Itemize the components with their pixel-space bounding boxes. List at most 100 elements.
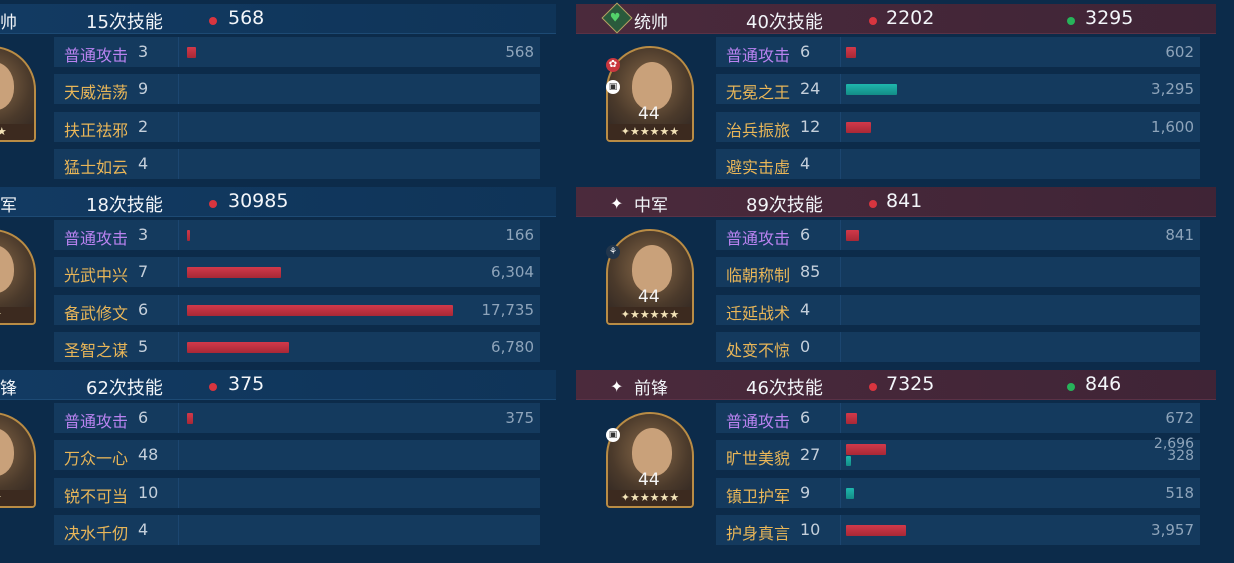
skill-uses: 48	[138, 445, 159, 464]
damage-bar	[846, 413, 857, 424]
skill-value: 1,600	[1151, 118, 1194, 136]
star-rating: ★★	[0, 490, 34, 506]
skill-uses: 4	[800, 300, 811, 319]
skill-row: 普通攻击 6 672	[716, 403, 1200, 433]
skill-value: 3,295	[1151, 80, 1194, 98]
heal-bar	[846, 456, 851, 466]
skill-row: 治兵振旅 12 1,600	[716, 112, 1200, 142]
star-rating: ✦★★★★★	[608, 490, 692, 506]
skill-name: 圣智之谋	[64, 341, 129, 360]
skill-name: 护身真言	[726, 524, 791, 543]
skill-row: 万众一心 48	[54, 440, 540, 470]
skill-uses: 4	[138, 520, 149, 539]
skill-value: 6,780	[491, 338, 534, 356]
skill-value: 375	[505, 409, 534, 427]
skill-name: 猛士如云	[64, 158, 129, 177]
skill-row: 普通攻击 3 166	[54, 220, 540, 250]
skill-row: 锐不可当 10	[54, 478, 540, 508]
status-badge-icon: ✿	[606, 58, 620, 72]
skill-uses: 6	[800, 225, 811, 244]
skill-name: 无冕之王	[726, 83, 791, 102]
skill-row: 普通攻击 6 602	[716, 37, 1200, 67]
section-header: 帅 15次技能 568	[0, 4, 556, 34]
skill-count: 15次技能	[86, 12, 163, 33]
skill-uses: 2	[138, 117, 149, 136]
skill-value: 166	[505, 226, 534, 244]
skill-row: 天威浩荡 9	[54, 74, 540, 104]
skill-count: 62次技能	[86, 378, 163, 399]
heal-bar	[846, 488, 854, 499]
skill-row: 决水千仞 4	[54, 515, 540, 545]
skill-value: 2,696 328	[1154, 437, 1194, 463]
skill-value: 568	[505, 43, 534, 61]
role-label: 中军	[634, 196, 668, 216]
damage-total: 375	[228, 373, 265, 395]
skill-uses: 10	[138, 483, 159, 502]
mount-icon: ⚘	[606, 245, 620, 259]
damage-bar	[187, 342, 289, 353]
vanguard-section: 锋 62次技能 375 ★★ 普通攻击 6 375 万众一心 48 锐不可当 1…	[0, 370, 556, 546]
section-header: ✦ 前锋 46次技能 7325 846	[576, 370, 1216, 400]
skill-uses: 6	[800, 42, 811, 61]
skill-row: 普通攻击 6 841	[716, 220, 1200, 250]
general-portrait[interactable]: 44 ✦★★★★★	[606, 46, 694, 142]
skill-row: 普通攻击 6 375	[54, 403, 540, 433]
heal-dot-icon	[1067, 383, 1075, 391]
skill-name: 决水千仞	[64, 524, 129, 543]
damage-bar	[846, 230, 859, 241]
skill-uses: 9	[800, 483, 811, 502]
damage-bar	[846, 122, 871, 133]
general-portrait[interactable]: 44 ✦★★★★★	[606, 412, 694, 508]
vanguard-section: ✦ 前锋 46次技能 7325 846 44 ✦★★★★★ ▣ 普通攻击 6 6…	[576, 370, 1216, 546]
skill-row: 备武修文 6 17,735	[54, 295, 540, 325]
section-header: ✦ 中军 89次技能 841	[576, 187, 1216, 217]
role-label: 统帅	[634, 13, 668, 33]
skill-row: 迁延战术 4	[716, 295, 1200, 325]
skill-uses: 0	[800, 337, 811, 356]
damage-total: 2202	[886, 7, 935, 29]
damage-bar	[846, 47, 856, 58]
skill-name: 普通攻击	[726, 229, 791, 248]
skill-uses: 3	[138, 225, 149, 244]
damage-dot-icon	[869, 383, 877, 391]
skill-row: 扶正祛邪 2	[54, 112, 540, 142]
skill-uses: 4	[138, 154, 149, 173]
middle-army-section: ✦ 中军 89次技能 841 44 ✦★★★★★ ⚘ 普通攻击 6 841 临朝…	[576, 187, 1216, 363]
heal-dot-icon	[1067, 17, 1075, 25]
general-portrait[interactable]: ★★	[0, 229, 36, 325]
damage-bar	[187, 267, 281, 278]
equipment-icon: ▣	[606, 80, 620, 94]
sparkle-icon: ✦	[610, 194, 624, 213]
equipment-icon: ▣	[606, 428, 620, 442]
skill-row: 圣智之谋 5 6,780	[54, 332, 540, 362]
general-portrait[interactable]: ★★★	[0, 46, 36, 142]
damage-bar	[187, 305, 453, 316]
skill-name: 处变不惊	[726, 341, 791, 360]
skill-uses: 12	[800, 117, 821, 136]
general-portrait[interactable]: ★★	[0, 412, 36, 508]
skill-name: 光武中兴	[64, 266, 129, 285]
skill-name: 扶正祛邪	[64, 121, 129, 140]
skill-uses: 6	[138, 408, 149, 427]
role-label: 锋	[0, 379, 17, 399]
general-portrait[interactable]: 44 ✦★★★★★	[606, 229, 694, 325]
heal-total: 3295	[1085, 7, 1134, 29]
heal-bar	[846, 84, 897, 95]
general-level: 44	[638, 287, 660, 307]
general-level: 44	[638, 470, 660, 490]
damage-bar	[187, 413, 193, 424]
skill-name: 普通攻击	[64, 46, 129, 65]
general-section: 帅 15次技能 568 ★★★ 普通攻击 3 568 天威浩荡 9 扶正祛邪 2…	[0, 4, 556, 180]
section-header: 军 18次技能 30985	[0, 187, 556, 217]
skill-row: 普通攻击 3 568	[54, 37, 540, 67]
skill-uses: 5	[138, 337, 149, 356]
skill-uses: 4	[800, 154, 811, 173]
damage-bar	[846, 444, 886, 455]
skill-name: 避实击虚	[726, 158, 791, 177]
skill-value: 6,304	[491, 263, 534, 281]
skill-uses: 9	[138, 79, 149, 98]
damage-total: 841	[886, 190, 923, 212]
skill-uses: 3	[138, 42, 149, 61]
star-rating: ✦★★★★★	[608, 124, 692, 140]
skill-row: 旷世美貌 27 2,696 328	[716, 437, 1200, 470]
